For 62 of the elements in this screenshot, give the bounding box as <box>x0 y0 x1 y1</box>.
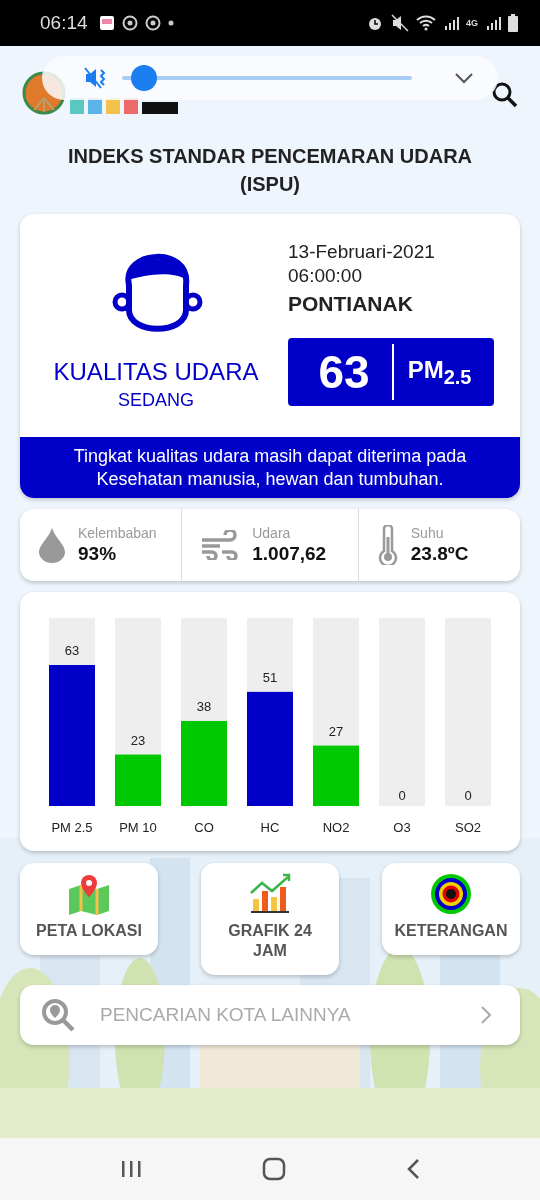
battery-icon <box>508 14 518 32</box>
menu-button[interactable]: PETA LOKASI <box>20 863 158 955</box>
category-label: PM 10 <box>119 820 157 835</box>
stat-value: 1.007,62 <box>252 543 327 565</box>
category-label: CO <box>194 820 214 835</box>
data-label: 38 <box>196 698 212 714</box>
app-notification-icon <box>98 15 115 31</box>
category-label: NO2 <box>322 820 350 835</box>
page-title: INDEKS STANDAR PENCEMARAN UDARA (ISPU) <box>66 144 474 197</box>
home-icon[interactable] <box>262 1157 286 1181</box>
dot-icon <box>167 20 174 26</box>
category-label: SO2 <box>455 820 481 835</box>
time-text: 06:00:00 <box>288 264 363 288</box>
date-text: 13-Februari-2021 <box>288 240 436 264</box>
wifi-icon <box>416 15 436 31</box>
bar <box>313 745 359 806</box>
stat-label: Udara <box>252 525 292 541</box>
browser-icon <box>121 15 138 31</box>
wind-icon <box>200 530 241 560</box>
category-label: O3 <box>393 820 411 835</box>
pollutant-name: PM$_{2.5}$ <box>406 355 473 389</box>
back-icon[interactable] <box>406 1158 420 1180</box>
mute-icon <box>391 14 409 32</box>
recent-apps-icon[interactable] <box>120 1159 142 1179</box>
signal-icon <box>443 15 459 31</box>
location-search-icon <box>40 997 76 1033</box>
data-label: 0 <box>398 788 406 803</box>
quality-label: KUALITAS UDARA <box>53 358 259 386</box>
quality-category: SEDANG <box>118 390 194 411</box>
network-type: 4G <box>466 18 478 28</box>
status-time: 06:14 <box>40 12 88 34</box>
advice-banner: Tingkat kualitas udara masih dapat diterima pada Kesehatan manusia, hewan dan tumbuhan. <box>20 437 520 498</box>
volume-slider[interactable] <box>122 65 412 91</box>
target-icon <box>430 873 472 915</box>
data-label: 23 <box>130 732 146 748</box>
signal-icon <box>485 15 501 31</box>
map-pin-icon <box>67 873 111 915</box>
stat-label: Kelembaban <box>78 525 157 541</box>
data-label: 63 <box>64 643 80 658</box>
city-name: PONTIANAK <box>288 292 414 316</box>
menu-button[interactable]: GRAFIK 24 JAM <box>201 863 339 975</box>
volume-thumb[interactable] <box>130 65 157 91</box>
data-label: 51 <box>262 669 278 685</box>
chevron-down-icon[interactable] <box>454 72 474 84</box>
category-label: HC <box>260 820 280 835</box>
data-label: 27 <box>328 723 344 739</box>
data-label: 0 <box>464 788 472 803</box>
search-icon[interactable] <box>492 82 518 108</box>
city-search-field[interactable]: PENCARIAN KOTA LAINNYA <box>98 1003 458 1027</box>
stat-value: 93% <box>78 543 118 565</box>
water-drop-icon <box>38 527 66 563</box>
city-search-bar[interactable]: PENCARIAN KOTA LAINNYA <box>20 985 520 1045</box>
bar <box>115 754 161 806</box>
stat-label: Suhu <box>410 525 445 541</box>
thermometer-icon <box>376 525 399 565</box>
index-value: 63 <box>317 345 371 399</box>
stat-value: 23.8ºC <box>410 543 469 565</box>
category-label: PM 2.5 <box>51 820 93 835</box>
menu-button[interactable]: KETERANGAN <box>382 863 520 955</box>
mute-icon[interactable] <box>84 66 108 90</box>
bar-chart-icon <box>249 873 291 915</box>
browser-icon <box>144 15 161 31</box>
